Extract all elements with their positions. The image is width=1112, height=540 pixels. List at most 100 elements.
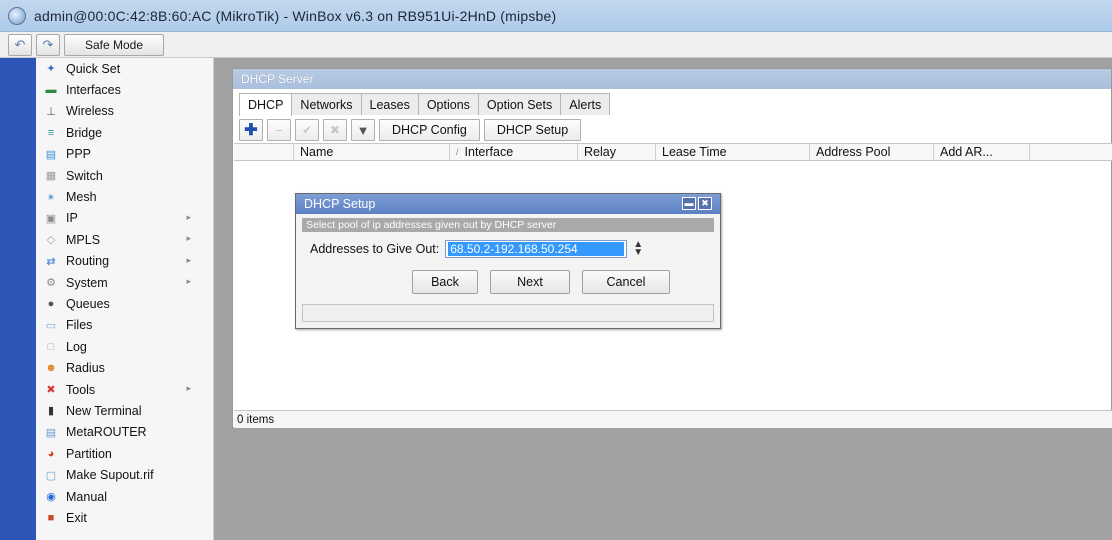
- menu-item-system[interactable]: ⚙ System ▸: [36, 272, 213, 293]
- spinner-icon[interactable]: ▲ ▼: [633, 240, 643, 258]
- dialog-status-bar: [302, 304, 714, 322]
- menu-item-label: Switch: [66, 168, 103, 183]
- title-bar: admin@00:0C:42:8B:60:AC (MikroTik) - Win…: [0, 0, 1112, 32]
- dhcp-server-window: DHCP Server DHCP Networks Leases Options…: [232, 68, 1112, 428]
- menu-item-partition[interactable]: ◕ Partition: [36, 443, 213, 464]
- addresses-value: 68.50.2-192.168.50.254: [448, 242, 625, 256]
- dhcp-setup-title-bar[interactable]: DHCP Setup ▬ ✖: [296, 194, 720, 214]
- menu-item-label: System: [66, 275, 108, 290]
- ppp-icon: ▤: [45, 148, 57, 161]
- col-name[interactable]: Name: [294, 144, 450, 160]
- col-interface-label: Interface: [464, 145, 514, 159]
- menu-item-label: Log: [66, 339, 87, 354]
- tab-options[interactable]: Options: [417, 93, 479, 115]
- menu-item-tools[interactable]: ✖ Tools ▸: [36, 379, 213, 400]
- menu-item-mesh[interactable]: ✴ Mesh: [36, 186, 213, 207]
- mpls-icon: ◇: [46, 234, 56, 247]
- dhcp-setup-title: DHCP Setup: [304, 197, 376, 211]
- files-icon: ▭: [45, 319, 57, 332]
- col-interface[interactable]: / Interface: [450, 144, 578, 160]
- winbox-logo-icon: [8, 6, 26, 25]
- main-toolbar: ↶ ↷ Safe Mode: [0, 32, 1112, 58]
- menu-item-label: Wireless: [66, 104, 114, 119]
- safe-mode-button[interactable]: Safe Mode: [64, 33, 164, 56]
- menu-item-log[interactable]: □ Log: [36, 336, 213, 357]
- submenu-arrow-icon: ▸: [186, 211, 191, 222]
- wireless-icon: ⊥: [46, 105, 56, 118]
- queues-icon: ●: [47, 297, 55, 310]
- dhcp-toolbar: ✚ − ✔ ✖ ▼ DHCP Config DHCP Setup: [239, 118, 582, 142]
- log-icon: □: [47, 340, 55, 353]
- addresses-input[interactable]: 68.50.2-192.168.50.254: [445, 240, 628, 258]
- terminal-icon: ▮: [47, 405, 55, 418]
- supout-icon: ▢: [45, 469, 57, 482]
- col-address-pool[interactable]: Address Pool: [810, 144, 934, 160]
- cancel-button[interactable]: Cancel: [582, 270, 670, 294]
- menu-item-routing[interactable]: ⇄ Routing ▸: [36, 251, 213, 272]
- tab-dhcp[interactable]: DHCP: [239, 93, 293, 116]
- menu-item-wireless[interactable]: ⊥ Wireless: [36, 101, 213, 122]
- col-lease-time[interactable]: Lease Time: [656, 144, 810, 160]
- menu-item-switch[interactable]: ▦ Switch: [36, 165, 213, 186]
- menu-item-mpls[interactable]: ◇ MPLS ▸: [36, 229, 213, 250]
- menu-item-label: Routing: [66, 254, 110, 269]
- partition-icon: ◕: [47, 447, 55, 460]
- redo-icon[interactable]: ↷: [36, 33, 60, 56]
- tab-leases[interactable]: Leases: [360, 93, 419, 115]
- window-title: admin@00:0C:42:8B:60:AC (MikroTik) - Win…: [34, 7, 557, 24]
- menu-item-interfaces[interactable]: ▬ Interfaces: [36, 79, 213, 100]
- menu-item-make-supout-rif[interactable]: ▢ Make Supout.rif: [36, 464, 213, 485]
- bridge-icon: ≡: [47, 126, 55, 139]
- close-icon[interactable]: ✖: [698, 197, 712, 210]
- menu-item-bridge[interactable]: ≡ Bridge: [36, 122, 213, 143]
- enable-icon[interactable]: ✔: [295, 119, 319, 141]
- undo-icon[interactable]: ↶: [8, 33, 32, 56]
- dhcp-setup-subtitle: Select pool of ip addresses given out by…: [302, 218, 714, 232]
- submenu-arrow-icon: ▸: [186, 233, 191, 244]
- dhcp-window-title[interactable]: DHCP Server: [233, 69, 1111, 89]
- remove-icon[interactable]: −: [267, 119, 291, 141]
- menu-item-exit[interactable]: ■ Exit: [36, 507, 213, 528]
- dialog-window-buttons: ▬ ✖: [682, 197, 712, 210]
- tab-alerts[interactable]: Alerts: [560, 93, 611, 115]
- main-menu: ✦ Quick Set ▬ Interfaces ⊥ Wireless ≡ Bridge ▤ PP…: [36, 58, 214, 540]
- dhcp-table-header: Name / Interface Relay Lease Time Address…: [234, 143, 1112, 161]
- col-relay[interactable]: Relay: [578, 144, 656, 160]
- back-button[interactable]: Back: [412, 270, 478, 294]
- tab-option-sets[interactable]: Option Sets: [477, 93, 562, 115]
- system-icon: ⚙: [46, 277, 56, 290]
- menu-item-label: Files: [66, 318, 93, 333]
- menu-item-label: MPLS: [66, 232, 101, 247]
- dhcp-config-button[interactable]: DHCP Config: [379, 119, 480, 141]
- menu-item-label: Mesh: [66, 190, 97, 205]
- col-add-arp[interactable]: Add AR...: [934, 144, 1030, 160]
- dhcp-setup-dialog: DHCP Setup ▬ ✖ Select pool of ip address…: [295, 193, 721, 329]
- disable-icon[interactable]: ✖: [323, 119, 347, 141]
- submenu-arrow-icon: ▸: [186, 275, 191, 286]
- filter-icon[interactable]: ▼: [351, 119, 375, 141]
- menu-item-metarouter[interactable]: ▤ MetaROUTER: [36, 422, 213, 443]
- exit-icon: ■: [47, 511, 55, 524]
- tools-icon: ✖: [46, 384, 56, 397]
- menu-item-files[interactable]: ▭ Files: [36, 315, 213, 336]
- menu-item-label: Bridge: [66, 125, 103, 140]
- menu-item-ip[interactable]: ▣ IP ▸: [36, 208, 213, 229]
- tab-networks[interactable]: Networks: [291, 93, 362, 115]
- menu-item-label: PPP: [66, 147, 92, 162]
- next-button[interactable]: Next: [490, 270, 570, 294]
- menu-item-label: Tools: [66, 382, 96, 397]
- col-flag: [234, 144, 294, 160]
- menu-item-queues[interactable]: ● Queues: [36, 293, 213, 314]
- submenu-arrow-icon: ▸: [186, 254, 191, 265]
- menu-item-manual[interactable]: ◉ Manual: [36, 486, 213, 507]
- dhcp-setup-button[interactable]: DHCP Setup: [483, 119, 582, 141]
- menu-item-ppp[interactable]: ▤ PPP: [36, 144, 213, 165]
- menu-item-label: IP: [66, 211, 78, 226]
- menu-item-radius[interactable]: ☻ Radius: [36, 357, 213, 378]
- minimize-icon[interactable]: ▬: [682, 197, 696, 210]
- menu-item-label: Manual: [66, 489, 107, 504]
- add-icon[interactable]: ✚: [239, 119, 263, 141]
- mesh-icon: ✴: [46, 191, 56, 204]
- menu-item-new-terminal[interactable]: ▮ New Terminal: [36, 400, 213, 421]
- menu-item-quick-set[interactable]: ✦ Quick Set: [36, 58, 213, 79]
